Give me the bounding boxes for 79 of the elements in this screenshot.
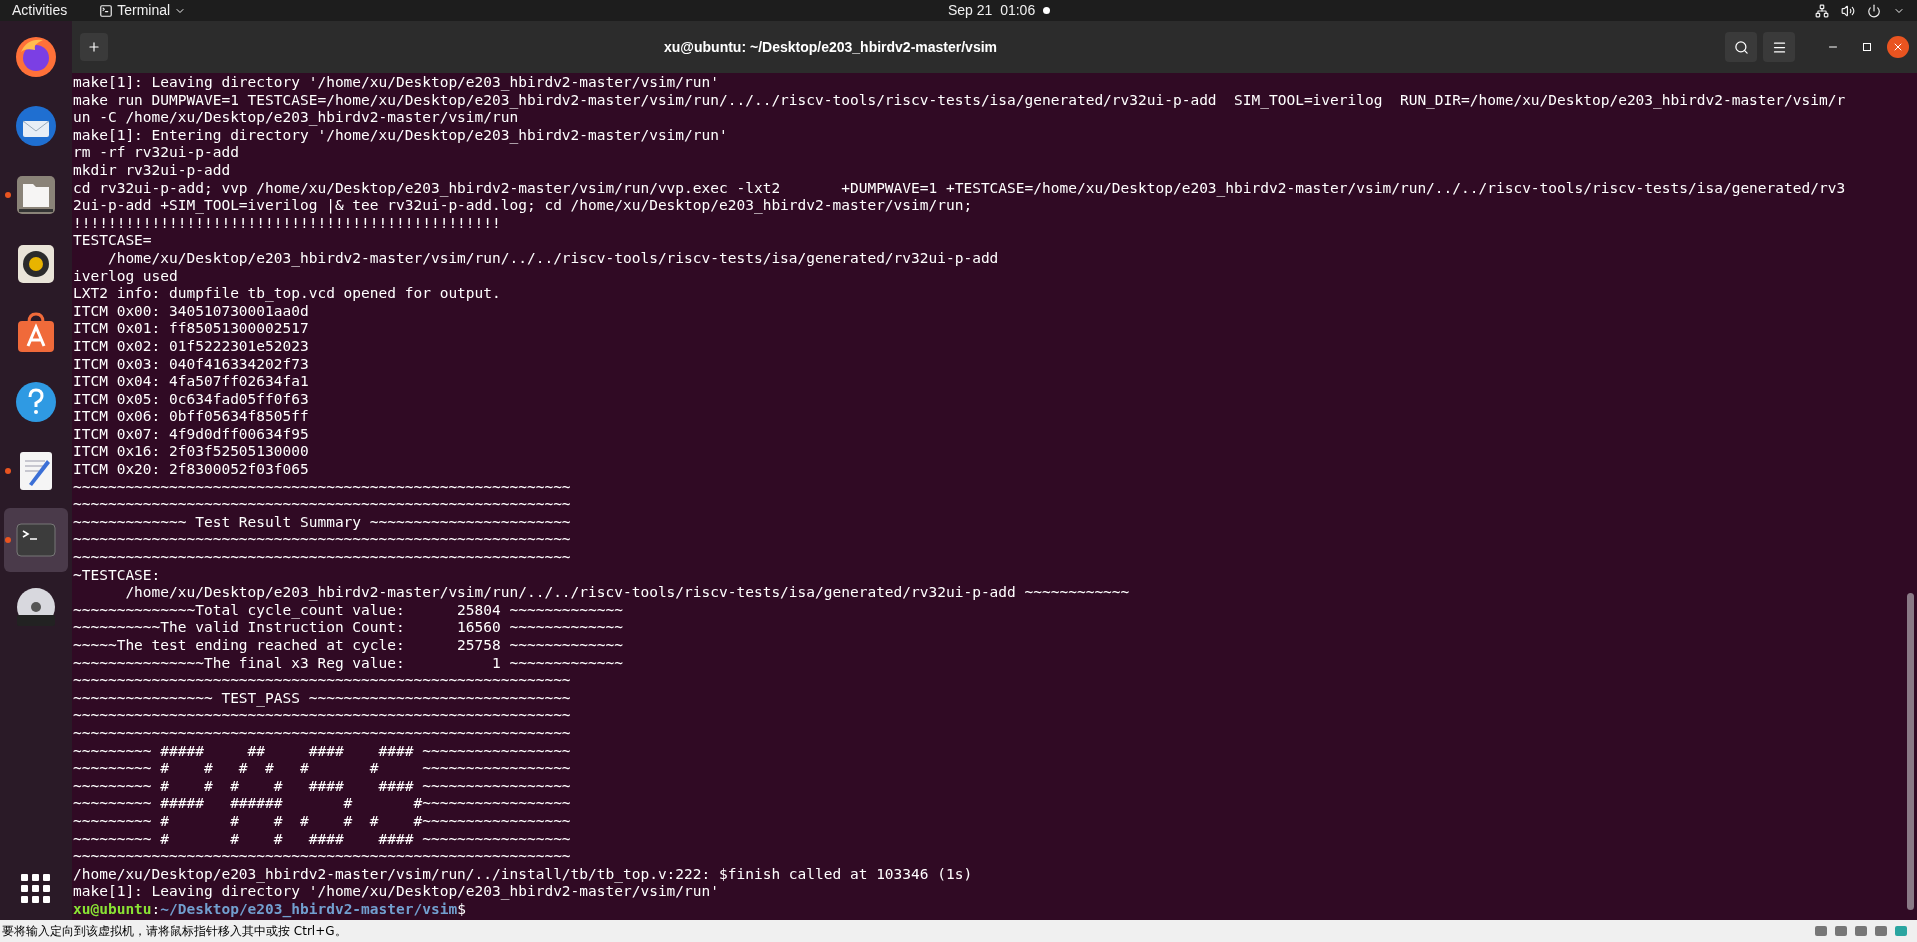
activities-button[interactable]: Activities	[12, 0, 68, 21]
close-button[interactable]	[1887, 36, 1909, 58]
output-line: rm -rf rv32ui-p-add	[73, 144, 239, 162]
output-line: ~~~~~~~~~~~~~~~~~~~~~~~~~~~~~~~~~~~~~~~~~~~~~~~~~~~~~~~~~	[73, 549, 571, 567]
prompt-user: xu@ubuntu	[73, 900, 152, 919]
output-line: ITCM 0x06: 0bff05634f8505ff	[73, 408, 309, 426]
plus-icon	[87, 40, 101, 54]
output-line: ~~~~~~~~~~~~~~Total cycle_count value: 25804 ~~~~~~~~~~~~~	[73, 601, 623, 620]
tray-icon[interactable]	[1833, 923, 1849, 939]
window-title: xu@ubuntu: ~/Desktop/e203_hbirdv2-master/vsim	[664, 38, 998, 57]
output-line: TESTCASE=	[73, 232, 152, 250]
status-message: 要将输入定向到该虚拟机，请将鼠标指针移入其中或按 Ctrl+G。	[2, 923, 347, 940]
output-line: ~~~~~~~~~~~~~~~~~~~~~~~~~~~~~~~~~~~~~~~~~~~~~~~~~~~~~~~~~	[73, 724, 571, 743]
close-icon	[1892, 41, 1904, 53]
output-line: /home/xu/Desktop/e203_hbirdv2-master/vsim/run/../../riscv-tools/riscv-tests/isa/generated/rv32ui-p-add ~~~~~~~~~~~~	[124, 584, 1130, 602]
output-line: ~~~~~~~~~~~~~ Test Result Summary ~~~~~~~~~~~~~~~~~~~~~~~	[73, 513, 571, 532]
output-line: ~~~~~~~~~ ##### ###### # #~~~~~~~~~~~~~~~~~	[73, 795, 571, 813]
tray-icon[interactable]	[1813, 923, 1829, 939]
output-line: make run DUMPWAVE=1 TESTCASE=/home/xu/Desktop/e203_hbirdv2-master/vsim/run/../../riscv-tools/riscv-tests/isa/generated/rv32ui-p-add SIM_TOOL=iverilog RUN_DIR=/home/xu/Desktop/e203_hbirdv2-master/vsim/r	[73, 91, 1846, 110]
prompt-symbol: $	[457, 900, 466, 917]
output-line: ITCM 0x03: 040f416334202f73	[73, 355, 309, 374]
output-line: ~~~~~~~~~ ##### ## #### #### ~~~~~~~~~~~~~~~~~	[73, 742, 571, 761]
search-icon	[1733, 39, 1749, 55]
output-line: ~~~~~~~~~ # # # # # # #~~~~~~~~~~~~~~~~~	[73, 812, 571, 831]
output-line: ~~~~~The test ending reached at cycle: 25758 ~~~~~~~~~~~~~	[73, 637, 623, 655]
prompt-separator: :	[151, 900, 161, 919]
app-menu[interactable]: Terminal	[99, 0, 187, 21]
output-line: ITCM 0x01: ff85051300002517	[73, 320, 309, 338]
output-line: cd rv32ui-p-add; vvp /home/xu/Desktop/e203_hbirdv2-master/vsim/run/vvp.exec -lxt2 +DUMPWAVE=1 +TESTCASE=/home/xu/Desktop/e203_hbirdv2-master/vsim/run/../../riscv-tools/riscv-tests/isa/generated/rv3	[73, 179, 1846, 198]
tray-icon[interactable]	[1873, 923, 1889, 939]
power-icon	[1867, 3, 1881, 18]
output-line: mkdir rv32ui-p-add	[73, 161, 231, 180]
maximize-icon	[1863, 43, 1871, 51]
volume-icon	[1841, 3, 1855, 18]
mail-icon	[13, 103, 59, 149]
output-line: ~~~~~~~~~~~~~~~~~~~~~~~~~~~~~~~~~~~~~~~~~~~~~~~~~~~~~~~~~	[73, 848, 571, 866]
output-line: un -C /home/xu/Desktop/e203_hbirdv2-master/vsim/run	[73, 109, 519, 127]
output-line: ITCM 0x16: 2f03f52505130000	[73, 443, 309, 462]
output-line: make[1]: Entering directory '/home/xu/Desktop/e203_hbirdv2-master/vsim/run'	[73, 126, 728, 145]
app-grid-icon[interactable]	[21, 874, 51, 904]
output-line: ITCM 0x20: 2f8300052f03f065	[73, 461, 309, 479]
menu-icon	[1771, 39, 1787, 55]
output-line: ~~~~~~~~~~~~~~~~ TEST_PASS ~~~~~~~~~~~~~~~~~~~~~~~~~~~~~~	[73, 689, 571, 708]
output-line: ITCM 0x05: 0c634fad05ff0f63	[73, 390, 309, 409]
output-line: ITCM 0x04: 4fa507ff02634fa1	[73, 373, 309, 391]
output-line: make[1]: Leaving directory '/home/xu/Desktop/e203_hbirdv2-master/vsim/run'	[73, 883, 719, 901]
scrollbar-thumb[interactable]	[1907, 593, 1914, 910]
new-tab-button[interactable]	[80, 33, 108, 61]
output-line: ~~~~~~~~~~~~~~~~~~~~~~~~~~~~~~~~~~~~~~~~~~~~~~~~~~~~~~~~~	[73, 478, 571, 497]
output-line: /home/xu/Desktop/e203_hbirdv2-master/vsim/run/../install/tb/tb_top.v:222: $finish called at 103346 (1s)	[73, 865, 973, 884]
output-line: ~~~~~~~~~ # # # # # # ~~~~~~~~~~~~~~~~~	[73, 760, 571, 778]
output-line: 2ui-p-add +SIM_TOOL=iverilog |& tee rv32ui-p-add.log; cd /home/xu/Desktop/e203_hbirdv2-master/vsim/run;	[73, 197, 973, 215]
output-line: ITCM 0x07: 4f9d0dff00634f95	[73, 425, 309, 444]
terminal-icon	[99, 3, 114, 18]
search-button[interactable]	[1725, 32, 1757, 62]
help-icon	[13, 379, 59, 425]
output-line: ITCM 0x00: 340510730001aa0d	[73, 302, 309, 321]
output-line: ~~~~~~~~~~The valid Instruction Count: 16560 ~~~~~~~~~~~~~	[73, 619, 623, 637]
network-icon	[1815, 3, 1829, 18]
tray-icon[interactable]	[1853, 923, 1869, 939]
output-line: make[1]: Leaving directory '/home/xu/Desktop/e203_hbirdv2-master/vsim/run'	[73, 74, 719, 92]
output-line: ITCM 0x02: 01f5222301e52023	[73, 337, 309, 356]
menu-button[interactable]	[1763, 32, 1795, 62]
tray-icon[interactable]	[1893, 923, 1909, 939]
prompt-path: ~/Desktop/e203_hbirdv2-master/vsim	[160, 900, 458, 919]
output-line: ~~~~~~~~~~~~~~~~~~~~~~~~~~~~~~~~~~~~~~~~~~~~~~~~~~~~~~~~~	[73, 707, 571, 725]
output-line: ~TESTCASE:	[73, 566, 161, 585]
output-line: ~~~~~~~~~~~~~~~~~~~~~~~~~~~~~~~~~~~~~~~~~~~~~~~~~~~~~~~~~	[73, 531, 571, 550]
output-line: !!!!!!!!!!!!!!!!!!!!!!!!!!!!!!!!!!!!!!!!!!!!!!!!!	[73, 214, 501, 233]
output-line: ~~~~~~~~~~~~~~~~~~~~~~~~~~~~~~~~~~~~~~~~~~~~~~~~~~~~~~~~~	[73, 672, 571, 690]
output-line: iverlog used	[73, 267, 178, 286]
clock[interactable]: Sep 21 01:06	[948, 0, 1036, 21]
output-line: LXT2 info: dumpfile tb_top.vcd opened for output.	[73, 285, 501, 303]
output-line: ~~~~~~~~~ # # # #### #### ~~~~~~~~~~~~~~~~~	[73, 830, 571, 849]
output-line: ~~~~~~~~~~~~~~~The final x3 Reg value: 1 ~~~~~~~~~~~~~	[73, 654, 623, 673]
output-line: /home/xu/Desktop/e203_hbirdv2-master/vsim/run/../../riscv-tools/riscv-tests/isa/generated/rv32ui-p-add	[106, 249, 999, 268]
output-line: ~~~~~~~~~ # # # # #### #### ~~~~~~~~~~~~~~~~~	[73, 777, 571, 796]
output-line: ~~~~~~~~~~~~~~~~~~~~~~~~~~~~~~~~~~~~~~~~~~~~~~~~~~~~~~~~~	[73, 496, 571, 514]
browser-icon	[13, 34, 59, 80]
